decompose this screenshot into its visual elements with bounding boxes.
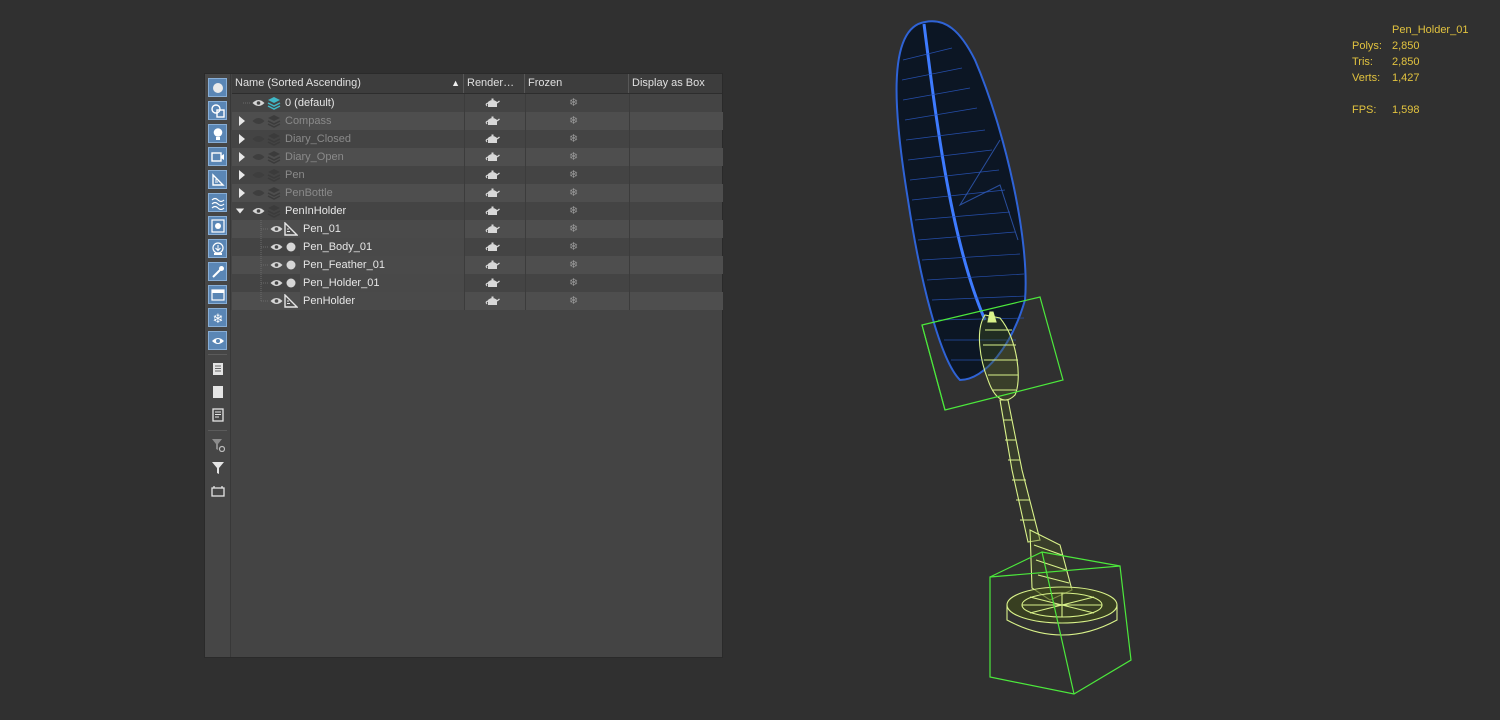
feather-wireframe[interactable]	[895, 20, 1027, 382]
display-cameras-icon[interactable]	[208, 147, 227, 166]
frozen-snowflake-icon[interactable]: ❄	[569, 256, 578, 274]
layer-row-pen[interactable]: Pen ❄	[232, 166, 723, 184]
filter-settings-icon[interactable]	[208, 435, 227, 454]
explorer-toolbar: ❄	[205, 74, 231, 657]
object-row-pen-holder-01[interactable]: Pen_Holder_01 ❄	[232, 274, 723, 292]
column-display-as-box-header[interactable]: Display as Box	[629, 74, 724, 93]
explorer-grid: Name (Sorted Ascending) ▲ Render… Frozen…	[232, 74, 723, 657]
layer-row-compass[interactable]: Compass ❄	[232, 112, 723, 130]
renderable-teapot-icon[interactable]	[485, 134, 500, 145]
tris-value: 2,850	[1392, 56, 1420, 68]
frozen-snowflake-icon[interactable]: ❄	[569, 292, 578, 310]
renderable-teapot-icon[interactable]	[485, 98, 500, 109]
display-all-icon[interactable]	[208, 359, 227, 378]
svg-text:❄: ❄	[212, 312, 223, 325]
column-frozen-header[interactable]: Frozen	[525, 74, 629, 93]
renderable-teapot-icon[interactable]	[485, 260, 500, 271]
column-name-header[interactable]: Name (Sorted Ascending) ▲	[232, 74, 464, 93]
object-name: Pen_Body_01	[303, 241, 373, 253]
layer-row-diary-closed[interactable]: Diary_Closed ❄	[232, 130, 723, 148]
display-frozen-icon[interactable]: ❄	[208, 308, 227, 327]
object-name: PenHolder	[303, 295, 355, 307]
object-name: Pen_Holder_01	[303, 277, 380, 289]
display-spacewarps-icon[interactable]	[208, 193, 227, 212]
renderable-teapot-icon[interactable]	[485, 224, 500, 235]
column-renderable-header[interactable]: Render…	[464, 74, 525, 93]
filter-icon[interactable]	[208, 458, 227, 477]
invert-display-icon[interactable]	[208, 405, 227, 424]
column-renderable-label: Render…	[467, 77, 515, 89]
frozen-snowflake-icon[interactable]: ❄	[569, 148, 578, 166]
layer-row-default[interactable]: 0 (default) ❄	[232, 94, 723, 112]
display-shapes-icon[interactable]	[208, 101, 227, 120]
display-xrefs-icon[interactable]	[208, 239, 227, 258]
frozen-snowflake-icon[interactable]: ❄	[569, 202, 578, 220]
fps-value: 1,598	[1392, 104, 1420, 116]
frozen-snowflake-icon[interactable]: ❄	[569, 130, 578, 148]
object-row-penholder[interactable]: PenHolder ❄	[232, 292, 723, 310]
frozen-snowflake-icon[interactable]: ❄	[569, 112, 578, 130]
selected-object-name: Pen_Holder_01	[1392, 24, 1469, 36]
column-name-label: Name (Sorted Ascending)	[235, 77, 361, 89]
column-display-as-box-label: Display as Box	[632, 77, 705, 89]
column-frozen-label: Frozen	[528, 77, 563, 89]
object-row-pen-01[interactable]: Pen_01 ❄	[232, 220, 723, 238]
renderable-teapot-icon[interactable]	[485, 188, 500, 199]
renderable-teapot-icon[interactable]	[485, 170, 500, 181]
renderable-teapot-icon[interactable]	[485, 242, 500, 253]
frozen-snowflake-icon[interactable]: ❄	[569, 220, 578, 238]
viewport-3d-scene[interactable]	[870, 0, 1200, 720]
tree-connector-lines	[243, 102, 268, 302]
scene-explorer-panel: ❄ Name (Sorted Ascending) ▲ Render… Froz…	[204, 73, 723, 658]
column-header-bar: Name (Sorted Ascending) ▲ Render… Frozen…	[232, 74, 722, 94]
pen-holder-wireframe[interactable]	[1006, 529, 1118, 636]
display-none-icon[interactable]	[208, 382, 227, 401]
frozen-snowflake-icon[interactable]: ❄	[569, 166, 578, 184]
polys-value: 2,850	[1392, 40, 1420, 52]
display-bones-icon[interactable]	[208, 262, 227, 281]
renderable-teapot-icon[interactable]	[485, 116, 500, 127]
display-groups-icon[interactable]	[208, 216, 227, 235]
verts-value: 1,427	[1392, 72, 1420, 84]
frozen-snowflake-icon[interactable]: ❄	[569, 184, 578, 202]
frozen-snowflake-icon[interactable]: ❄	[569, 94, 578, 112]
layer-row-peninholder[interactable]: PenInHolder ❄	[232, 202, 723, 220]
object-name: Pen_01	[303, 223, 341, 235]
layer-row-penbottle[interactable]: PenBottle ❄	[232, 184, 723, 202]
display-geometry-icon[interactable]	[208, 78, 227, 97]
fps-label: FPS:	[1352, 104, 1377, 116]
renderable-teapot-icon[interactable]	[485, 206, 500, 217]
object-row-pen-body-01[interactable]: Pen_Body_01 ❄	[232, 238, 723, 256]
renderable-teapot-icon[interactable]	[485, 296, 500, 307]
polys-label: Polys:	[1352, 40, 1382, 52]
layer-row-diary-open[interactable]: Diary_Open ❄	[232, 148, 723, 166]
sort-ascending-icon: ▲	[451, 78, 460, 88]
frozen-snowflake-icon[interactable]: ❄	[569, 238, 578, 256]
renderable-teapot-icon[interactable]	[485, 152, 500, 163]
object-row-pen-feather-01[interactable]: Pen_Feather_01 ❄	[232, 256, 723, 274]
filter-containers-icon[interactable]	[208, 481, 227, 500]
renderable-teapot-icon[interactable]	[485, 278, 500, 289]
frozen-snowflake-icon[interactable]: ❄	[569, 274, 578, 292]
object-name: Pen_Feather_01	[303, 259, 385, 271]
verts-label: Verts:	[1352, 72, 1381, 84]
pen-body-wireframe[interactable]	[978, 311, 1041, 543]
display-lights-icon[interactable]	[208, 124, 227, 143]
display-containers-icon[interactable]	[208, 285, 227, 304]
tris-label: Tris:	[1352, 56, 1373, 68]
display-hidden-icon[interactable]	[208, 331, 227, 350]
display-helpers-icon[interactable]	[208, 170, 227, 189]
